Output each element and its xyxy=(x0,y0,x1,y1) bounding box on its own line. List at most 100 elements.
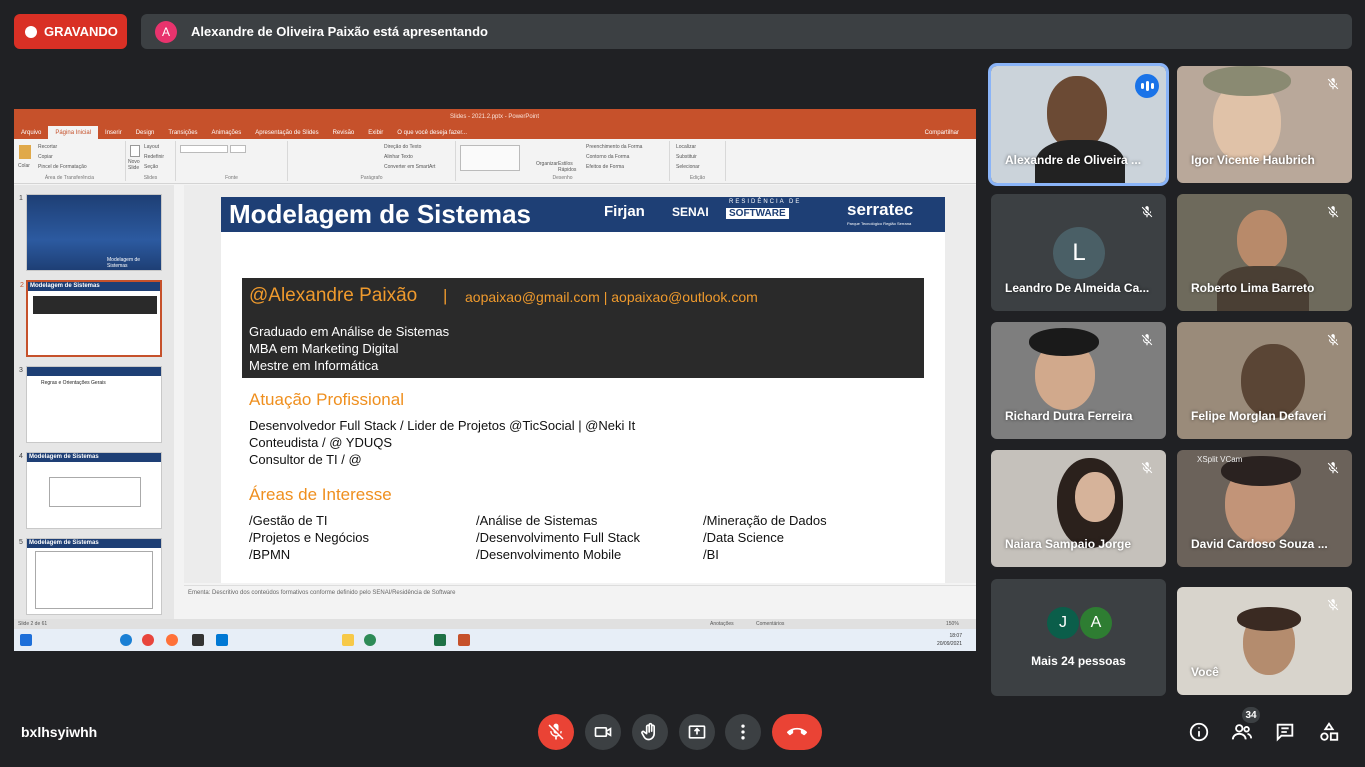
meeting-code: bxlhsyiwhh xyxy=(21,724,98,740)
raise-hand-button[interactable] xyxy=(632,714,668,750)
atuacao-line: Desenvolvedor Full Stack / Lider de Proj… xyxy=(249,418,636,433)
chat-button[interactable] xyxy=(1271,718,1299,746)
chat-icon xyxy=(1276,723,1294,742)
more-icon xyxy=(741,724,745,740)
slide-thumbnails: 1 Modelagem de Sistemas 2 Modelagem de S… xyxy=(14,185,174,619)
slide-thumbnail: 1 Modelagem de Sistemas xyxy=(19,194,162,271)
ribbon-label: Selecionar xyxy=(676,164,700,170)
ribbon-label: Redefinir xyxy=(144,154,165,160)
slide-thumbnail-selected: 2 Modelagem de Sistemas xyxy=(20,280,162,357)
thumb-number: 1 xyxy=(19,195,23,202)
ppt-tab: Arquivo xyxy=(21,129,42,136)
serratec-tagline: Parque Tecnológico Região Serrana xyxy=(847,221,912,226)
presenter-info-box: @Alexandre Paixão | aopaixao@gmail.com |… xyxy=(242,278,924,378)
ribbon-clipboard: Colar Recortar Copiar Pincel de Formataç… xyxy=(14,141,126,181)
ribbon-font: Fonte xyxy=(176,141,288,181)
participant-name: Alexandre de Oliveira ... xyxy=(1005,153,1142,167)
participant-tile[interactable]: Naiara Sampaio Jorge xyxy=(991,450,1166,567)
people-count-badge: 34 xyxy=(1242,707,1260,723)
participant-avatar: A xyxy=(1080,607,1112,639)
ribbon-editing: Localizar Substituir Selecionar Edição xyxy=(670,141,726,181)
firefox-icon xyxy=(166,634,178,646)
ribbon-label: Organizar xyxy=(536,161,558,167)
mic-toggle-button[interactable] xyxy=(538,714,574,750)
participant-avatar: L xyxy=(1053,227,1105,279)
present-now-button[interactable] xyxy=(679,714,715,750)
participant-avatar: J xyxy=(1047,607,1079,639)
participant-video xyxy=(1241,344,1305,418)
participant-name: Leandro De Almeida Ca... xyxy=(1005,281,1150,295)
ribbon-slides: Novo Slide Layout Redefinir Seção Slides xyxy=(126,141,176,181)
thumb-number: 3 xyxy=(19,367,23,374)
mic-off-icon xyxy=(548,723,564,740)
new-slide-icon xyxy=(130,145,140,157)
participant-video-face xyxy=(1075,472,1115,522)
more-options-button[interactable] xyxy=(725,714,761,750)
ribbon-group-label: Fonte xyxy=(225,175,238,181)
recording-badge[interactable]: GRAVANDO xyxy=(14,14,127,49)
participant-name: Igor Vicente Haubrich xyxy=(1191,153,1315,167)
participant-tile[interactable]: Alexandre de Oliveira ... xyxy=(988,63,1169,186)
participant-tile[interactable]: Igor Vicente Haubrich xyxy=(1177,66,1352,183)
mic-off-icon xyxy=(1322,201,1344,223)
ribbon-group-label: Edição xyxy=(689,175,706,181)
hand-icon xyxy=(641,722,655,741)
ribbon-label: Novo Slide xyxy=(128,159,140,171)
ribbon-label: Copiar xyxy=(38,154,53,160)
meeting-details-button[interactable] xyxy=(1185,718,1213,746)
ppt-window-title: Slides - 2021.2.pptx - PowerPoint xyxy=(450,114,540,120)
font-size-box xyxy=(230,145,246,153)
firjan-logo: Firjan xyxy=(604,203,645,220)
ribbon-label: Alinhar Texto xyxy=(384,154,413,160)
thumb-box xyxy=(33,296,157,314)
end-call-button[interactable] xyxy=(772,714,822,750)
slide-title: Modelagem de Sistemas xyxy=(229,199,531,229)
thumb-title: Modelagem de Sistemas xyxy=(107,257,141,269)
slide-notes: Ementa: Descritivo dos conteúdos formati… xyxy=(184,585,976,599)
participant-tile[interactable]: XSplit VCam David Cardoso Souza ... xyxy=(1177,450,1352,567)
recording-dot-icon xyxy=(25,25,37,38)
participant-video-cap xyxy=(1203,66,1291,96)
thumb-title: Modelagem de Sistemas xyxy=(30,283,100,289)
mic-off-icon xyxy=(1322,329,1344,351)
section-heading: Atuação Profissional xyxy=(249,390,404,409)
ppt-tab: Animações xyxy=(211,129,242,136)
area-item: /Mineração de Dados xyxy=(703,513,827,528)
participant-tile[interactable]: Roberto Lima Barreto xyxy=(1177,194,1352,311)
ppt-status-bar: Slide 2 de 61 Anotações Comentários 150% xyxy=(14,619,976,629)
participant-tile[interactable]: Felipe Morglan Defaveri xyxy=(1177,322,1352,439)
atuacao-line: Conteudista / @ YDUQS xyxy=(249,435,393,450)
participant-tile[interactable]: Richard Dutra Ferreira xyxy=(991,322,1166,439)
self-view-tile[interactable]: Você xyxy=(1177,587,1352,695)
ppt-tab: Página Inicial xyxy=(48,126,99,139)
thumb-number: 5 xyxy=(19,539,23,546)
ribbon-group-label: Desenho xyxy=(552,175,573,181)
ribbon-group-label: Slides xyxy=(143,175,158,181)
atuacao-line: Consultor de TI / @ xyxy=(249,452,362,467)
thumb-table xyxy=(49,477,141,507)
more-participants-tile[interactable]: J A Mais 24 pessoas xyxy=(991,579,1166,696)
ppt-tab: Inserir xyxy=(105,129,122,136)
ribbon-label: Converter em SmartArt xyxy=(384,164,436,170)
font-name-box xyxy=(180,145,228,153)
slide-thumbnail: 4 Modelagem de Sistemas xyxy=(19,452,162,529)
ribbon-label: Colar xyxy=(18,163,30,169)
app-icon xyxy=(364,634,376,646)
more-participants-label: Mais 24 pessoas xyxy=(1031,654,1126,668)
end-call-icon xyxy=(787,727,807,736)
participant-tile[interactable]: L Leandro De Almeida Ca... xyxy=(991,194,1166,311)
ribbon-label: Pincel de Formatação xyxy=(38,164,87,170)
area-item: /Análise de Sistemas xyxy=(476,513,598,528)
mic-off-icon xyxy=(1322,457,1344,479)
ppt-tab: Revisão xyxy=(332,129,355,136)
activities-button[interactable] xyxy=(1315,718,1343,746)
notes-toggle: Anotações xyxy=(710,621,734,627)
thumb-title: Regras e Orientações Gerais xyxy=(41,380,106,386)
mic-off-icon xyxy=(1136,201,1158,223)
thumb-table xyxy=(35,551,153,609)
ribbon-label: Recortar xyxy=(38,144,58,150)
participant-name: Richard Dutra Ferreira xyxy=(1005,409,1133,423)
degree-line: Graduado em Análise de Sistemas xyxy=(249,324,450,339)
present-icon xyxy=(688,725,706,739)
camera-toggle-button[interactable] xyxy=(585,714,621,750)
